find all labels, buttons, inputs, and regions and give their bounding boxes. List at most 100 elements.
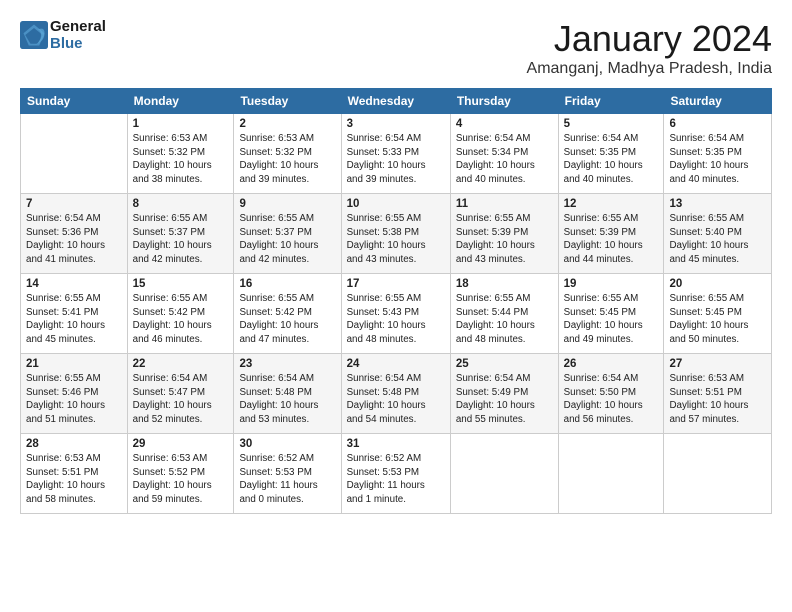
calendar-cell [558,434,664,514]
day-number: 4 [456,118,553,130]
calendar-cell: 23 Sunrise: 6:54 AM Sunset: 5:48 PM Dayli… [234,354,341,434]
calendar-cell: 21 Sunrise: 6:55 AM Sunset: 5:46 PM Dayli… [21,354,128,434]
day-detail: Sunrise: 6:54 AM Sunset: 5:34 PM Dayligh… [456,132,553,187]
day-detail: Sunrise: 6:55 AM Sunset: 5:46 PM Dayligh… [26,372,122,427]
calendar-cell: 16 Sunrise: 6:55 AM Sunset: 5:42 PM Dayli… [234,274,341,354]
calendar-cell: 5 Sunrise: 6:54 AM Sunset: 5:35 PM Daylig… [558,114,664,194]
calendar-cell: 17 Sunrise: 6:55 AM Sunset: 5:43 PM Dayli… [341,274,450,354]
day-detail: Sunrise: 6:53 AM Sunset: 5:51 PM Dayligh… [26,452,122,507]
calendar-cell: 6 Sunrise: 6:54 AM Sunset: 5:35 PM Daylig… [664,114,772,194]
day-detail: Sunrise: 6:54 AM Sunset: 5:50 PM Dayligh… [564,372,659,427]
header-day: Saturday [664,89,772,114]
header-day: Wednesday [341,89,450,114]
day-number: 30 [239,438,335,450]
main-title: January 2024 [527,18,772,60]
logo-text: General Blue [50,18,106,52]
day-detail: Sunrise: 6:52 AM Sunset: 5:53 PM Dayligh… [239,452,335,507]
logo: General Blue [20,18,106,52]
day-number: 24 [347,358,445,370]
page: General Blue January 2024 Amanganj, Madh… [0,0,792,612]
calendar-cell [664,434,772,514]
calendar-cell: 13 Sunrise: 6:55 AM Sunset: 5:40 PM Dayli… [664,194,772,274]
day-number: 6 [669,118,766,130]
calendar-cell: 18Sunrise: 6:55 AM Sunset: 5:44 PM Dayli… [450,274,558,354]
day-number: 8 [133,198,229,210]
day-detail: Sunrise: 6:55 AM Sunset: 5:42 PM Dayligh… [133,292,229,347]
calendar-cell: 4 Sunrise: 6:54 AM Sunset: 5:34 PM Daylig… [450,114,558,194]
day-detail: Sunrise: 6:55 AM Sunset: 5:45 PM Dayligh… [669,292,766,347]
day-detail: Sunrise: 6:55 AM Sunset: 5:37 PM Dayligh… [239,212,335,267]
calendar-cell [21,114,128,194]
header-day: Friday [558,89,664,114]
day-number: 11 [456,198,553,210]
day-detail: Sunrise: 6:53 AM Sunset: 5:51 PM Dayligh… [669,372,766,427]
day-number: 20 [669,278,766,290]
day-detail: Sunrise: 6:55 AM Sunset: 5:41 PM Dayligh… [26,292,122,347]
calendar-cell: 1 Sunrise: 6:53 AM Sunset: 5:32 PM Daylig… [127,114,234,194]
calendar-week-row: 21 Sunrise: 6:55 AM Sunset: 5:46 PM Dayli… [21,354,772,434]
calendar-cell: 29 Sunrise: 6:53 AM Sunset: 5:52 PM Dayli… [127,434,234,514]
day-detail: Sunrise: 6:52 AM Sunset: 5:53 PM Dayligh… [347,452,445,507]
calendar-cell: 11Sunrise: 6:55 AM Sunset: 5:39 PM Dayli… [450,194,558,274]
header-day: Monday [127,89,234,114]
calendar-cell: 28Sunrise: 6:53 AM Sunset: 5:51 PM Dayli… [21,434,128,514]
day-number: 21 [26,358,122,370]
header: General Blue January 2024 Amanganj, Madh… [20,18,772,78]
day-number: 26 [564,358,659,370]
day-number: 12 [564,198,659,210]
calendar-cell: 2 Sunrise: 6:53 AM Sunset: 5:32 PM Daylig… [234,114,341,194]
calendar-cell: 27Sunrise: 6:53 AM Sunset: 5:51 PM Dayli… [664,354,772,434]
calendar-cell [450,434,558,514]
day-detail: Sunrise: 6:55 AM Sunset: 5:42 PM Dayligh… [239,292,335,347]
day-number: 10 [347,198,445,210]
title-block: January 2024 Amanganj, Madhya Pradesh, I… [527,18,772,78]
calendar-cell: 25 Sunrise: 6:54 AM Sunset: 5:49 PM Dayli… [450,354,558,434]
subtitle: Amanganj, Madhya Pradesh, India [527,60,772,78]
calendar-week-row: 14Sunrise: 6:55 AM Sunset: 5:41 PM Dayli… [21,274,772,354]
day-number: 29 [133,438,229,450]
day-detail: Sunrise: 6:53 AM Sunset: 5:32 PM Dayligh… [133,132,229,187]
day-number: 23 [239,358,335,370]
header-day: Sunday [21,89,128,114]
general-blue-icon [20,21,48,49]
calendar-cell: 14Sunrise: 6:55 AM Sunset: 5:41 PM Dayli… [21,274,128,354]
calendar-cell: 30 Sunrise: 6:52 AM Sunset: 5:53 PM Dayli… [234,434,341,514]
day-detail: Sunrise: 6:55 AM Sunset: 5:37 PM Dayligh… [133,212,229,267]
day-detail: Sunrise: 6:54 AM Sunset: 5:47 PM Dayligh… [133,372,229,427]
day-number: 25 [456,358,553,370]
calendar-cell: 31Sunrise: 6:52 AM Sunset: 5:53 PM Dayli… [341,434,450,514]
calendar-week-row: 28Sunrise: 6:53 AM Sunset: 5:51 PM Dayli… [21,434,772,514]
day-number: 2 [239,118,335,130]
day-detail: Sunrise: 6:53 AM Sunset: 5:32 PM Dayligh… [239,132,335,187]
calendar-cell: 24Sunrise: 6:54 AM Sunset: 5:48 PM Dayli… [341,354,450,434]
day-detail: Sunrise: 6:55 AM Sunset: 5:39 PM Dayligh… [564,212,659,267]
day-number: 18 [456,278,553,290]
calendar-cell: 7 Sunrise: 6:54 AM Sunset: 5:36 PM Daylig… [21,194,128,274]
calendar-cell: 8 Sunrise: 6:55 AM Sunset: 5:37 PM Daylig… [127,194,234,274]
day-number: 15 [133,278,229,290]
day-number: 17 [347,278,445,290]
calendar-cell: 12 Sunrise: 6:55 AM Sunset: 5:39 PM Dayli… [558,194,664,274]
calendar-cell: 10Sunrise: 6:55 AM Sunset: 5:38 PM Dayli… [341,194,450,274]
calendar-week-row: 7 Sunrise: 6:54 AM Sunset: 5:36 PM Daylig… [21,194,772,274]
day-number: 13 [669,198,766,210]
day-number: 1 [133,118,229,130]
calendar-cell: 15 Sunrise: 6:55 AM Sunset: 5:42 PM Dayli… [127,274,234,354]
day-number: 5 [564,118,659,130]
day-detail: Sunrise: 6:54 AM Sunset: 5:36 PM Dayligh… [26,212,122,267]
calendar-week-row: 1 Sunrise: 6:53 AM Sunset: 5:32 PM Daylig… [21,114,772,194]
calendar-table: SundayMondayTuesdayWednesdayThursdayFrid… [20,88,772,514]
day-detail: Sunrise: 6:54 AM Sunset: 5:49 PM Dayligh… [456,372,553,427]
day-number: 16 [239,278,335,290]
header-row: SundayMondayTuesdayWednesdayThursdayFrid… [21,89,772,114]
header-day: Thursday [450,89,558,114]
day-detail: Sunrise: 6:54 AM Sunset: 5:35 PM Dayligh… [564,132,659,187]
calendar-cell: 20 Sunrise: 6:55 AM Sunset: 5:45 PM Dayli… [664,274,772,354]
day-detail: Sunrise: 6:55 AM Sunset: 5:43 PM Dayligh… [347,292,445,347]
day-number: 22 [133,358,229,370]
day-detail: Sunrise: 6:54 AM Sunset: 5:35 PM Dayligh… [669,132,766,187]
day-detail: Sunrise: 6:55 AM Sunset: 5:40 PM Dayligh… [669,212,766,267]
day-detail: Sunrise: 6:53 AM Sunset: 5:52 PM Dayligh… [133,452,229,507]
day-detail: Sunrise: 6:54 AM Sunset: 5:48 PM Dayligh… [239,372,335,427]
day-number: 7 [26,198,122,210]
